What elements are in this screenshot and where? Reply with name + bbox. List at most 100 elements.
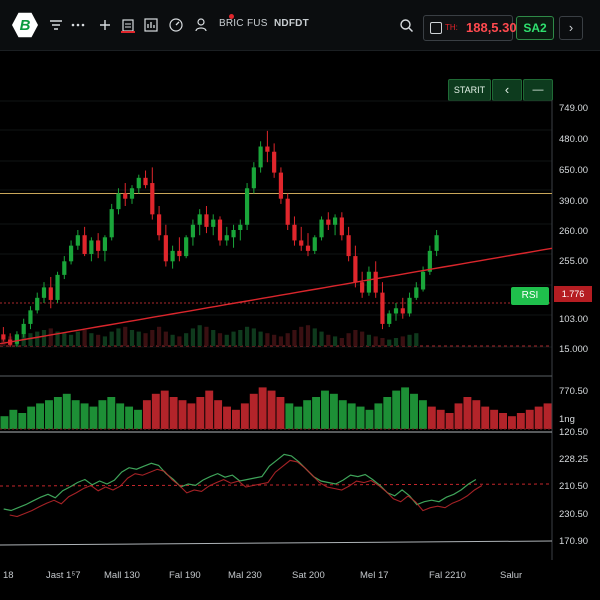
- candle-body: [258, 146, 263, 168]
- volume-bar: [98, 400, 107, 429]
- price-chart[interactable]: [0, 0, 600, 600]
- moving-average-line: [0, 247, 553, 345]
- candle-body: [48, 287, 53, 300]
- volume-overlay-bar: [197, 325, 202, 346]
- candle-body: [184, 237, 189, 257]
- candle-body: [366, 271, 372, 293]
- candle-body: [278, 172, 284, 199]
- candle-body: [305, 245, 311, 251]
- time-axis-label: Sat 200: [292, 570, 325, 581]
- volume-overlay-bar: [68, 334, 74, 346]
- osc-axis-label: 228.25: [559, 454, 589, 465]
- volume-bar: [107, 397, 116, 429]
- volume-overlay-bar: [102, 336, 108, 346]
- volume-overlay-bar: [244, 326, 250, 346]
- candle-body: [224, 235, 229, 241]
- volume-bar: [0, 416, 9, 429]
- oscillator-layer: [0, 453, 553, 518]
- candle-body: [407, 297, 412, 314]
- rsi-tag[interactable]: RSI: [511, 287, 549, 305]
- volume-overlay-bar: [150, 330, 155, 346]
- price-axis-label: 15.000: [559, 344, 589, 355]
- volume-bar: [285, 403, 294, 429]
- volume-histogram: [0, 387, 552, 430]
- volume-bar: [9, 409, 18, 429]
- candle-body: [420, 271, 426, 290]
- volume-overlay-bar: [82, 330, 87, 346]
- candle-body: [102, 237, 108, 251]
- volume-overlay-bar: [319, 331, 324, 346]
- volume-bar: [223, 406, 231, 429]
- candle-body: [150, 183, 155, 215]
- volume-overlay-bar: [393, 338, 399, 346]
- volume-bar: [169, 397, 178, 429]
- volume-overlay-bar: [123, 326, 128, 346]
- candle-body: [197, 214, 202, 225]
- candle-body: [82, 235, 87, 254]
- candle-body: [55, 274, 60, 300]
- volume-bar: [347, 403, 356, 429]
- candle-body: [190, 224, 196, 238]
- volume-bar: [53, 397, 62, 429]
- volume-bar: [249, 393, 258, 429]
- candle-body: [1, 334, 6, 340]
- volume-overlay-bar: [231, 331, 236, 346]
- volume-bar: [276, 397, 285, 429]
- volume-overlay-bar: [312, 328, 317, 346]
- volume-bar: [321, 390, 329, 429]
- volume-overlay-bar: [89, 333, 94, 346]
- pane-divider: [0, 540, 553, 546]
- candle-body: [272, 151, 277, 173]
- signal-line: [9, 459, 483, 518]
- volume-overlay-bar: [360, 331, 365, 346]
- volume-overlay-bar: [163, 331, 168, 346]
- candle-body: [89, 240, 94, 254]
- candle-body: [163, 235, 168, 262]
- volume-overlay-bar: [204, 326, 209, 346]
- candle-body: [285, 198, 290, 225]
- candle-body: [360, 282, 365, 293]
- candle-body: [373, 271, 378, 293]
- volume-overlay-bar: [265, 333, 270, 346]
- volume-overlay-bar: [62, 333, 67, 346]
- volume-overlay-bar: [387, 339, 392, 346]
- volume-bar: [89, 406, 98, 429]
- volume-bar: [80, 403, 89, 429]
- candle-body: [136, 177, 141, 189]
- volume-overlay-bar: [156, 326, 162, 346]
- candle-body: [339, 217, 344, 236]
- volume-overlay-bar: [380, 338, 385, 346]
- volume-bar: [507, 416, 516, 429]
- candle-body: [251, 167, 256, 189]
- volume-overlay-bar: [136, 331, 141, 346]
- volume-bar: [338, 400, 347, 429]
- volume-overlay-bar: [217, 333, 223, 346]
- volume-overlay-bar: [326, 334, 331, 346]
- volume-bar: [294, 406, 303, 429]
- volume-bar: [178, 400, 187, 429]
- volume-overlay-bar: [143, 333, 148, 346]
- volume-overlay-bar: [28, 333, 33, 346]
- volume-bar: [329, 393, 338, 429]
- candle-body: [116, 193, 121, 210]
- price-axis-label: 650.00: [559, 165, 589, 176]
- candle-body: [332, 217, 338, 225]
- volume-overlay-bar: [332, 336, 338, 346]
- candle-body: [414, 287, 419, 298]
- time-axis-label: Jast 1⁵7: [46, 570, 81, 581]
- volume-overlay-bar: [129, 330, 135, 346]
- volume-bar: [27, 406, 36, 429]
- candle-body: [292, 224, 297, 241]
- volume-overlay-bar: [292, 330, 297, 346]
- candle-body: [353, 256, 358, 283]
- volume-overlay-bar: [272, 334, 277, 346]
- volume-bar: [516, 413, 525, 429]
- price-axis-label: 390.00: [559, 196, 589, 207]
- volume-bar: [151, 393, 160, 429]
- volume-bar: [36, 403, 45, 429]
- volume-bar: [258, 387, 267, 429]
- volume-bar: [543, 403, 552, 429]
- volume-overlay-bar: [41, 330, 47, 346]
- candle-body: [109, 209, 114, 238]
- volume-bar: [534, 406, 543, 429]
